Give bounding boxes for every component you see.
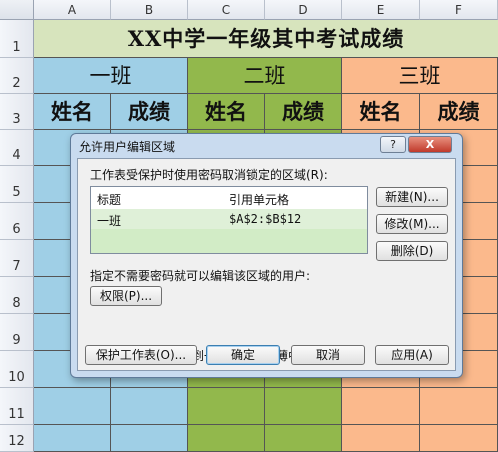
select-all-corner[interactable] [0,0,34,20]
column-header-e[interactable]: E [342,0,420,20]
list-header: 标题 引用单元格 [91,187,367,210]
row-header-12[interactable]: 12 [0,425,34,452]
score-header-cell[interactable]: 成绩 [420,94,498,130]
permissions-button[interactable]: 权限(P)... [90,286,162,306]
dialog-body: 工作表受保护时使用密码取消锁定的区域(R): 标题 引用单元格 一班 $A$2:… [77,158,456,371]
allow-edit-ranges-dialog: 允许用户编辑区域 ? X 工作表受保护时使用密码取消锁定的区域(R): 标题 引… [70,133,463,378]
score-header-cell[interactable]: 成绩 [265,94,342,130]
row-header-3[interactable]: 3 [0,94,34,130]
protect-sheet-button[interactable]: 保护工作表(O)... [85,345,197,365]
grid-cell[interactable] [111,425,188,452]
new-button[interactable]: 新建(N)... [376,187,448,207]
row-header-9[interactable]: 9 [0,314,34,351]
range-title: 一班 [97,214,122,228]
column-header-b[interactable]: B [111,0,188,20]
dialog-title: 允许用户编辑区域 [79,140,176,154]
grid-cell[interactable] [342,425,420,452]
name-header-cell[interactable]: 姓名 [34,94,111,130]
grid-cell[interactable] [188,388,265,425]
ranges-label: 工作表受保护时使用密码取消锁定的区域(R): [90,168,328,182]
row-header-2[interactable]: 2 [0,58,34,94]
row-header-4[interactable]: 4 [0,130,34,166]
modify-button[interactable]: 修改(M)... [376,214,448,234]
grid-cell[interactable] [265,425,342,452]
row-header-7[interactable]: 7 [0,240,34,277]
grid-cell[interactable] [342,388,420,425]
row-header-5[interactable]: 5 [0,166,34,203]
row-header-6[interactable]: 6 [0,203,34,240]
range-ref: $A$2:$B$12 [229,212,302,226]
grid-cell[interactable] [188,425,265,452]
close-button[interactable]: X [408,136,452,153]
class-1-header[interactable]: 一班 [34,58,188,94]
row-header-8[interactable]: 8 [0,277,34,314]
delete-button[interactable]: 删除(D) [376,241,448,261]
row-header-10[interactable]: 10 [0,351,34,388]
ranges-list[interactable]: 标题 引用单元格 一班 $A$2:$B$12 [90,186,368,254]
score-header-cell[interactable]: 成绩 [111,94,188,130]
ok-button[interactable]: 确定 [206,345,280,365]
grid-cell[interactable] [34,425,111,452]
grid-cell[interactable] [265,388,342,425]
class-2-header[interactable]: 二班 [188,58,342,94]
grid-cell[interactable] [34,388,111,425]
row-header-1[interactable]: 1 [0,20,34,58]
users-label: 指定不需要密码就可以编辑该区域的用户: [90,269,311,283]
list-column-title[interactable]: 标题 [97,191,121,208]
row-header-11[interactable]: 11 [0,388,34,425]
class-3-header[interactable]: 三班 [342,58,498,94]
name-header-cell[interactable]: 姓名 [342,94,420,130]
sheet-title-cell[interactable]: XX中学一年级其中考试成绩 [34,20,498,58]
column-header-f[interactable]: F [420,0,498,20]
column-header-c[interactable]: C [188,0,265,20]
grid-cell[interactable] [420,388,498,425]
column-header-a[interactable]: A [34,0,111,20]
grid-cell[interactable] [111,388,188,425]
apply-button[interactable]: 应用(A) [375,345,449,365]
column-header-d[interactable]: D [265,0,342,20]
help-button[interactable]: ? [380,136,406,153]
grid-cell[interactable] [420,425,498,452]
name-header-cell[interactable]: 姓名 [188,94,265,130]
list-empty-area [91,229,367,253]
cancel-button[interactable]: 取消 [291,345,365,365]
list-item[interactable]: 一班 $A$2:$B$12 [91,209,367,229]
list-column-ref[interactable]: 引用单元格 [229,191,289,208]
